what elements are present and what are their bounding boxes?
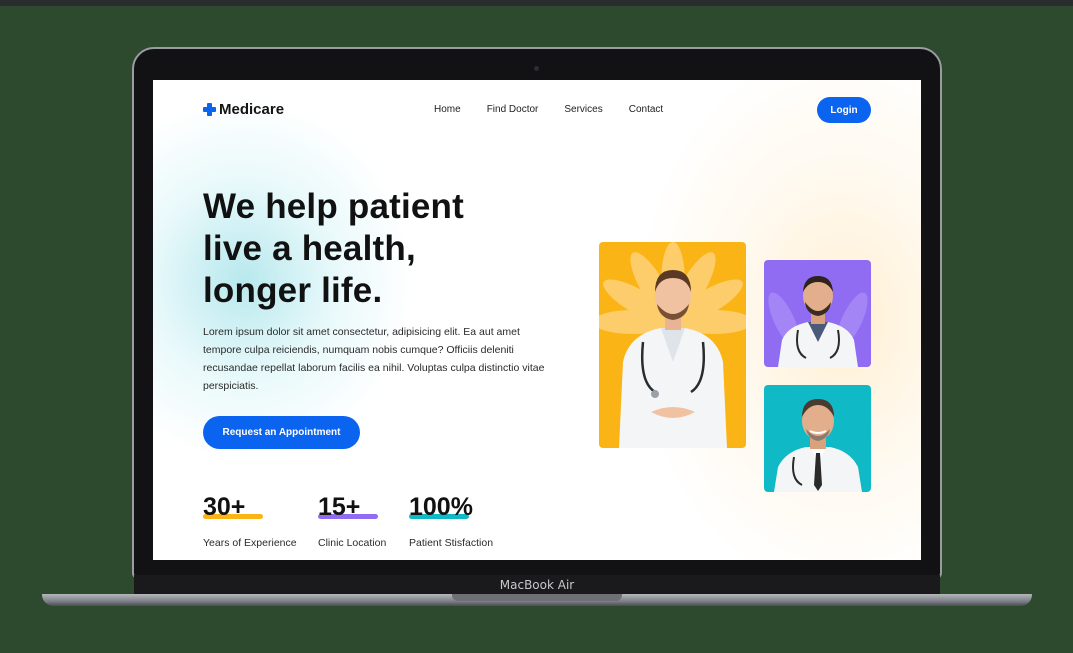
webcam-icon	[534, 66, 539, 71]
doctor-card-purple[interactable]	[764, 260, 871, 367]
hero-title: We help patient live a health, longer li…	[203, 186, 523, 312]
hero-title-line: We help patient	[203, 187, 464, 226]
doctor-card-teal[interactable]	[764, 385, 871, 492]
stat-value: 15+	[318, 493, 361, 521]
doctor-card-featured[interactable]	[599, 242, 746, 448]
stat-label: Patient Stisfaction	[409, 537, 494, 549]
medical-cross-icon	[203, 103, 216, 116]
laptop-screen: Medicare Home Find Doctor Services Conta…	[153, 80, 921, 560]
stat-satisfaction: 100% Patient Stisfaction	[409, 492, 493, 549]
doctor-photo-icon	[774, 399, 862, 492]
stat-value: 100%	[409, 493, 473, 521]
nav-link-contact[interactable]: Contact	[629, 104, 663, 115]
laptop-hinge-notch	[452, 594, 622, 601]
hero-description: Lorem ipsum dolor sit amet consectetur, …	[203, 326, 545, 392]
stat-label: Years of Experience	[203, 537, 297, 549]
request-appointment-button[interactable]: Request an Appointment	[203, 416, 360, 449]
nav-link-find-doctor[interactable]: Find Doctor	[487, 104, 539, 115]
stat-clinics: 15+ Clinic Location	[318, 492, 386, 549]
window-top-strip	[0, 0, 1073, 6]
nav-link-services[interactable]: Services	[564, 104, 602, 115]
nav-link-home[interactable]: Home	[434, 104, 461, 115]
brand-name: Medicare	[219, 101, 285, 118]
stat-label: Clinic Location	[318, 537, 387, 549]
hero-title-line: live a health,	[203, 229, 416, 268]
hero-title-line: longer life.	[203, 271, 383, 310]
brand-logo[interactable]: Medicare	[203, 101, 284, 118]
doctor-photo-icon	[599, 242, 746, 448]
nav-menu: Home Find Doctor Services Contact	[434, 104, 663, 115]
doctor-photo-icon	[768, 276, 868, 367]
top-navigation: Medicare Home Find Doctor Services Conta…	[153, 80, 921, 140]
laptop-chin: MacBook Air	[134, 575, 940, 595]
stat-value: 30+	[203, 493, 246, 521]
stat-experience: 30+ Years of Experience	[203, 492, 297, 549]
login-button[interactable]: Login	[817, 97, 871, 123]
